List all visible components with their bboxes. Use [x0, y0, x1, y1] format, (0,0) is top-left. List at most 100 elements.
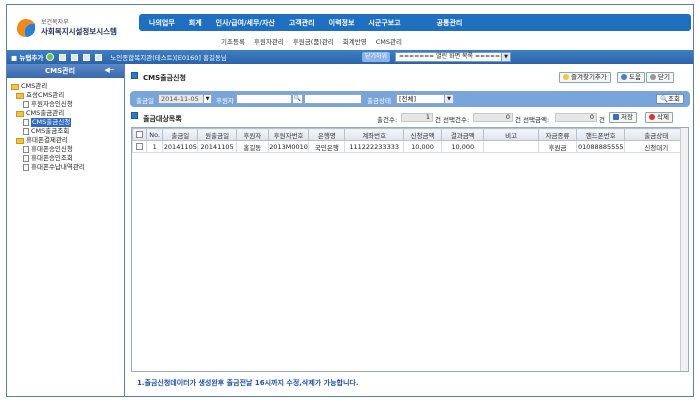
tree-item-label: 휴대폰결제관리: [26, 136, 68, 144]
new-tab-button[interactable]: ■ 뉴탭추가: [11, 52, 43, 62]
help-button[interactable]: 도움: [617, 72, 645, 83]
column-header[interactable]: 계좌번호: [344, 128, 404, 141]
table-cell: 1: [146, 140, 164, 153]
tree-item-label: 효성CMS관리: [26, 91, 65, 99]
table-cell: 10,000: [441, 140, 485, 153]
column-header[interactable]: 원출금일: [197, 128, 237, 141]
select-all-checkbox[interactable]: [136, 131, 144, 138]
row-checkbox[interactable]: [136, 143, 144, 150]
tree-item-mobile-receipts[interactable]: 휴대폰수납내역관리: [7, 163, 124, 172]
topnav-my-work[interactable]: 나의업무: [149, 18, 175, 28]
tree-item-withdrawal-request[interactable]: CMS출금신청: [7, 118, 124, 127]
selected-amount-label: 건 선택금액:: [515, 116, 550, 124]
topnav-report[interactable]: 시군구보고: [368, 18, 400, 28]
topnav-common[interactable]: 공통관리: [437, 18, 463, 28]
help-icon: [621, 74, 627, 80]
subnav-donation[interactable]: 후원금(품)관리: [293, 36, 334, 46]
topnav-hr-payroll[interactable]: 인사/급여/세무/자산: [216, 18, 275, 28]
folder-icon: [11, 83, 19, 90]
withdrawal-table: No. 출금일 원출금일 후원자 후원자번호 은행명 계좌번호 신청금액 결과금…: [131, 128, 688, 153]
add-icon[interactable]: [46, 53, 55, 61]
selected-amount-value: 0: [555, 113, 597, 122]
subnav-donor[interactable]: 후원자관리: [254, 36, 284, 46]
column-header[interactable]: 후원자: [235, 128, 269, 141]
chevron-down-icon[interactable]: ▼: [501, 53, 510, 61]
tree-item-cms-withdrawal[interactable]: CMS출금관리: [7, 109, 124, 118]
open-screens-select[interactable]: ======= 열린 화면 목록 ====== ▼: [395, 52, 511, 62]
save-button[interactable]: 저장: [609, 112, 637, 123]
table-cell: 후원금: [537, 140, 578, 153]
layout-icon[interactable]: [83, 53, 91, 61]
column-header[interactable]: 핸드폰번호: [576, 128, 626, 141]
date-label: 출금일: [136, 97, 154, 105]
list-bullet-icon: [131, 112, 138, 119]
layout-icon[interactable]: [95, 53, 103, 61]
close-subwindows-button[interactable]: 닫기하위: [362, 52, 391, 62]
star-icon: [563, 74, 569, 80]
grid-scrollbar[interactable]: [680, 128, 688, 371]
column-header[interactable]: 출금상태: [624, 128, 688, 141]
favorite-label: 즐겨찾기추가: [571, 73, 607, 81]
topnav-customer[interactable]: 고객관리: [289, 18, 315, 28]
table-cell: 홍길동: [235, 140, 269, 153]
delete-button[interactable]: 삭제: [645, 112, 673, 123]
document-icon: [23, 101, 29, 108]
layout-icon[interactable]: [59, 53, 67, 61]
tree-item-donor-approval[interactable]: 후원자승인신청: [7, 100, 124, 109]
column-header[interactable]: No.: [146, 128, 164, 141]
status-label: 출금상태: [367, 97, 391, 105]
status-select[interactable]: [전체] ▼: [396, 94, 454, 104]
tree-item-mobile-payment[interactable]: 휴대폰결제관리: [7, 136, 124, 145]
subnav-cms[interactable]: CMS관리: [376, 36, 402, 46]
subnav-accounting[interactable]: 회계반영: [343, 36, 367, 46]
delete-icon: [649, 114, 655, 120]
table-cell: 20141105: [162, 140, 199, 153]
column-header[interactable]: 후원자번호: [267, 128, 310, 141]
tree-item-mobile-approval[interactable]: 휴대폰승인신청: [7, 145, 124, 154]
search-icon[interactable]: 🔍: [292, 94, 303, 104]
collapse-arrow-icon[interactable]: ◀─: [104, 66, 114, 74]
tree-item-label: CMS관리: [21, 82, 48, 90]
tree-item-label: 휴대폰승인조회: [31, 154, 73, 162]
topnav-accounting[interactable]: 회계: [189, 18, 202, 28]
document-icon: [23, 119, 29, 126]
subnav-basic[interactable]: 기초등록: [221, 36, 245, 46]
date-input[interactable]: 2014-11-05: [158, 94, 204, 104]
calendar-icon[interactable]: ▼: [203, 94, 212, 104]
folder-icon: [16, 137, 24, 144]
logo-ministry-text: 보건복지부: [41, 19, 69, 26]
close-button[interactable]: 닫기: [646, 72, 674, 83]
table-row[interactable]: 1 20141105 20141105 홍길동 2013M0010 국민은행 1…: [131, 140, 688, 153]
tree-item-cms[interactable]: CMS관리: [7, 82, 124, 91]
column-header[interactable]: 비고: [483, 128, 539, 141]
amount-unit: 건: [599, 116, 605, 124]
tree-item-mobile-inquiry[interactable]: 휴대폰승인조회: [7, 154, 124, 163]
logo[interactable]: 보건복지부 사회복지시설정보시스템: [15, 15, 125, 43]
document-icon: [23, 155, 29, 162]
layout-icon[interactable]: [71, 53, 79, 61]
search-button[interactable]: 🔍조회: [655, 94, 684, 104]
chevron-down-icon[interactable]: ▼: [444, 95, 453, 103]
page-tab[interactable]: 노인종합복지관(테스트)[E0160] 홍길동님: [110, 52, 227, 62]
tree-item-withdrawal-inquiry[interactable]: CMS출금조회: [7, 127, 124, 136]
column-header[interactable]: 결과금액: [441, 128, 485, 141]
header: 보건복지부 사회복지시설정보시스템 나의업무 회계 인사/급여/세무/자산 고객…: [7, 5, 693, 50]
donor-name-input[interactable]: [304, 94, 362, 104]
folder-icon: [16, 92, 24, 99]
favorite-button[interactable]: 즐겨찾기추가: [559, 72, 611, 83]
table-cell: 20141105: [197, 140, 237, 153]
folder-icon: [16, 110, 24, 117]
save-icon: [613, 114, 619, 120]
donor-input[interactable]: [236, 94, 292, 104]
list-title: 출금대상목록: [143, 115, 182, 123]
sub-navigation: 기초등록 후원자관리 후원금(품)관리 회계반영 CMS관리: [221, 36, 411, 46]
tree-item-label-selected: CMS출금신청: [31, 118, 72, 127]
column-header[interactable]: 출금일: [162, 128, 199, 141]
sidebar-title: CMS관리: [45, 67, 76, 75]
tree-item-hyosung[interactable]: 효성CMS관리: [7, 91, 124, 100]
column-header[interactable]: 은행명: [308, 128, 346, 141]
topnav-history[interactable]: 이력정보: [329, 18, 355, 28]
column-header[interactable]: 신청금액: [402, 128, 443, 141]
logo-system-name: 사회복지시설정보시스템: [41, 27, 117, 36]
column-header[interactable]: 자금종류: [537, 128, 578, 141]
